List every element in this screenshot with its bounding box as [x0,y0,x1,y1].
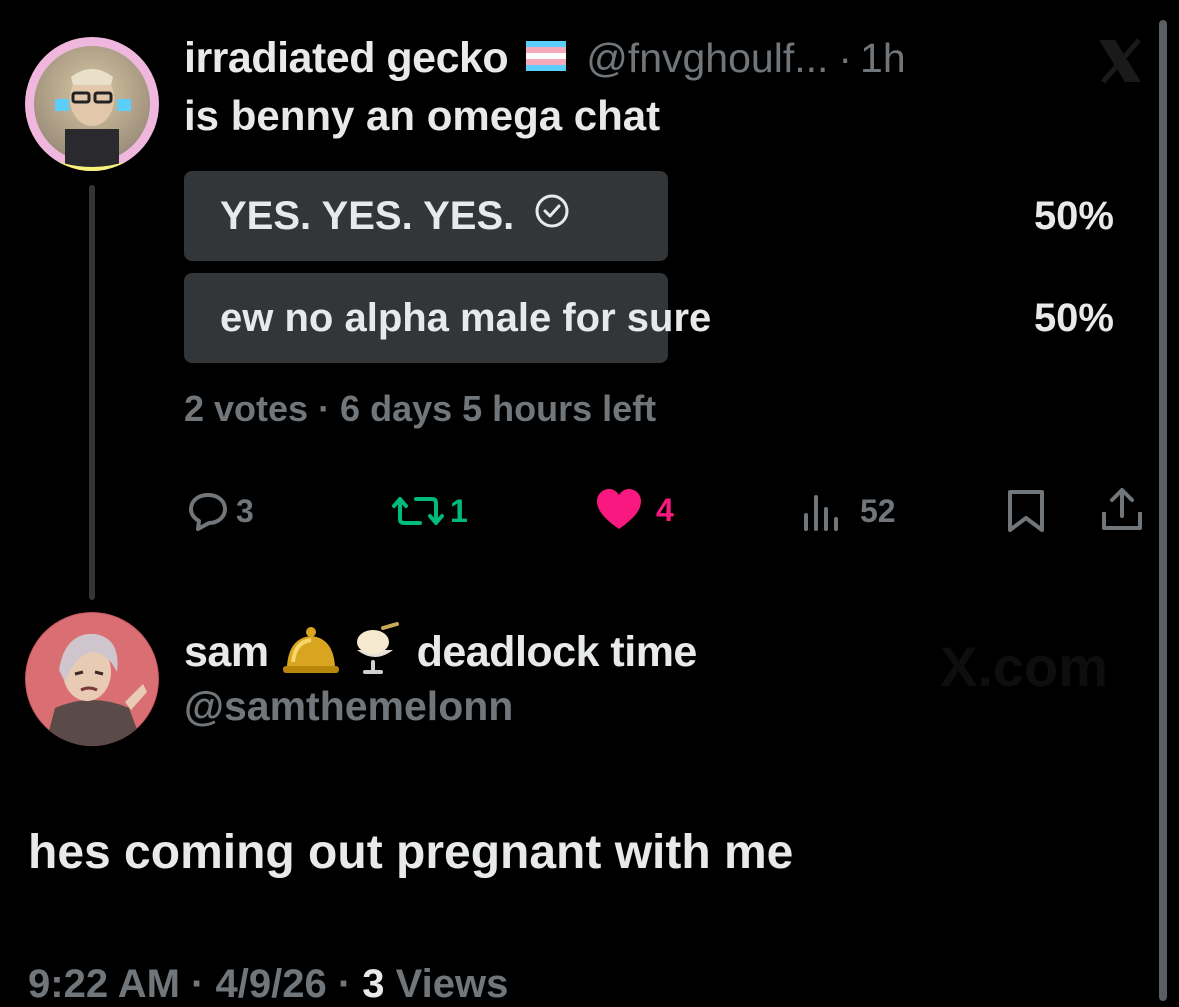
check-circle-icon [534,171,570,261]
reply-text: hes coming out pregnant with me [28,826,794,879]
poll-option-label: ew no alpha male for sure [220,296,712,340]
reply-author-handle[interactable]: @samthemelonn [184,683,513,730]
shaved-ice-emoji-icon [347,621,403,683]
poll-option-2[interactable]: ew no alpha male for sure 50% [184,273,1114,363]
scrollbar[interactable] [1159,20,1167,1001]
reply-footer: 9:22 AM · 4/9/26 · 3 Views [28,962,508,1007]
like-count: 4 [656,491,674,528]
watermark: X.com [940,635,1109,698]
reply-author-name-suffix[interactable]: deadlock time [417,628,698,677]
thread-line [89,185,95,600]
tweet-text: is benny an omega chat [184,92,661,139]
poll-option-label-wrap: YES. YES. YES. [220,171,570,261]
poll-option-percent: 50% [1033,194,1114,238]
author-name[interactable]: irradiated gecko [184,34,509,83]
poll-meta: 2 votes · 6 days 5 hours left [184,388,657,429]
reply-views-count: 3 [362,962,385,1006]
tweet-time[interactable]: 1h [860,35,906,82]
time-separator: · [838,34,853,81]
footer-separator: · [191,962,205,1006]
share-button[interactable] [1098,486,1146,539]
bell-emoji-icon [281,624,341,681]
repost-icon [390,489,446,533]
trans-flag-icon [526,40,567,76]
poll-option-percent: 50% [1033,296,1114,340]
repost-count: 1 [450,492,468,529]
reply-date[interactable]: 4/9/26 [215,962,326,1006]
bookmark-button[interactable] [1004,488,1048,539]
reply-views-label: Views [395,962,509,1006]
views-button[interactable]: 52 [800,489,896,533]
footer-separator: · [337,962,352,1006]
share-icon [1098,488,1146,538]
views-count: 52 [860,492,896,529]
author-handle[interactable]: @fnvghoulf... [586,35,828,82]
reply-author-name[interactable]: sam [184,628,269,677]
reply-time[interactable]: 9:22 AM [28,962,180,1006]
bookmark-icon [1004,490,1048,538]
analytics-icon [800,489,844,533]
reply-icon [186,489,230,533]
x-logo-icon [1095,38,1145,89]
reply-button[interactable]: 3 [186,489,254,533]
reply-avatar[interactable] [25,612,159,746]
poll-option-label: YES. YES. YES. [220,194,515,238]
like-button[interactable]: 4 [594,487,674,533]
repost-button[interactable]: 1 [390,489,468,533]
tweet-header: irradiated gecko @fnvghoulf... · 1h [184,32,906,84]
reply-count: 3 [236,492,254,529]
reply-header: sam deadlock time [184,621,698,683]
heart-icon [594,487,644,533]
avatar[interactable] [25,37,159,171]
poll-option-1[interactable]: YES. YES. YES. 50% [184,171,1114,261]
